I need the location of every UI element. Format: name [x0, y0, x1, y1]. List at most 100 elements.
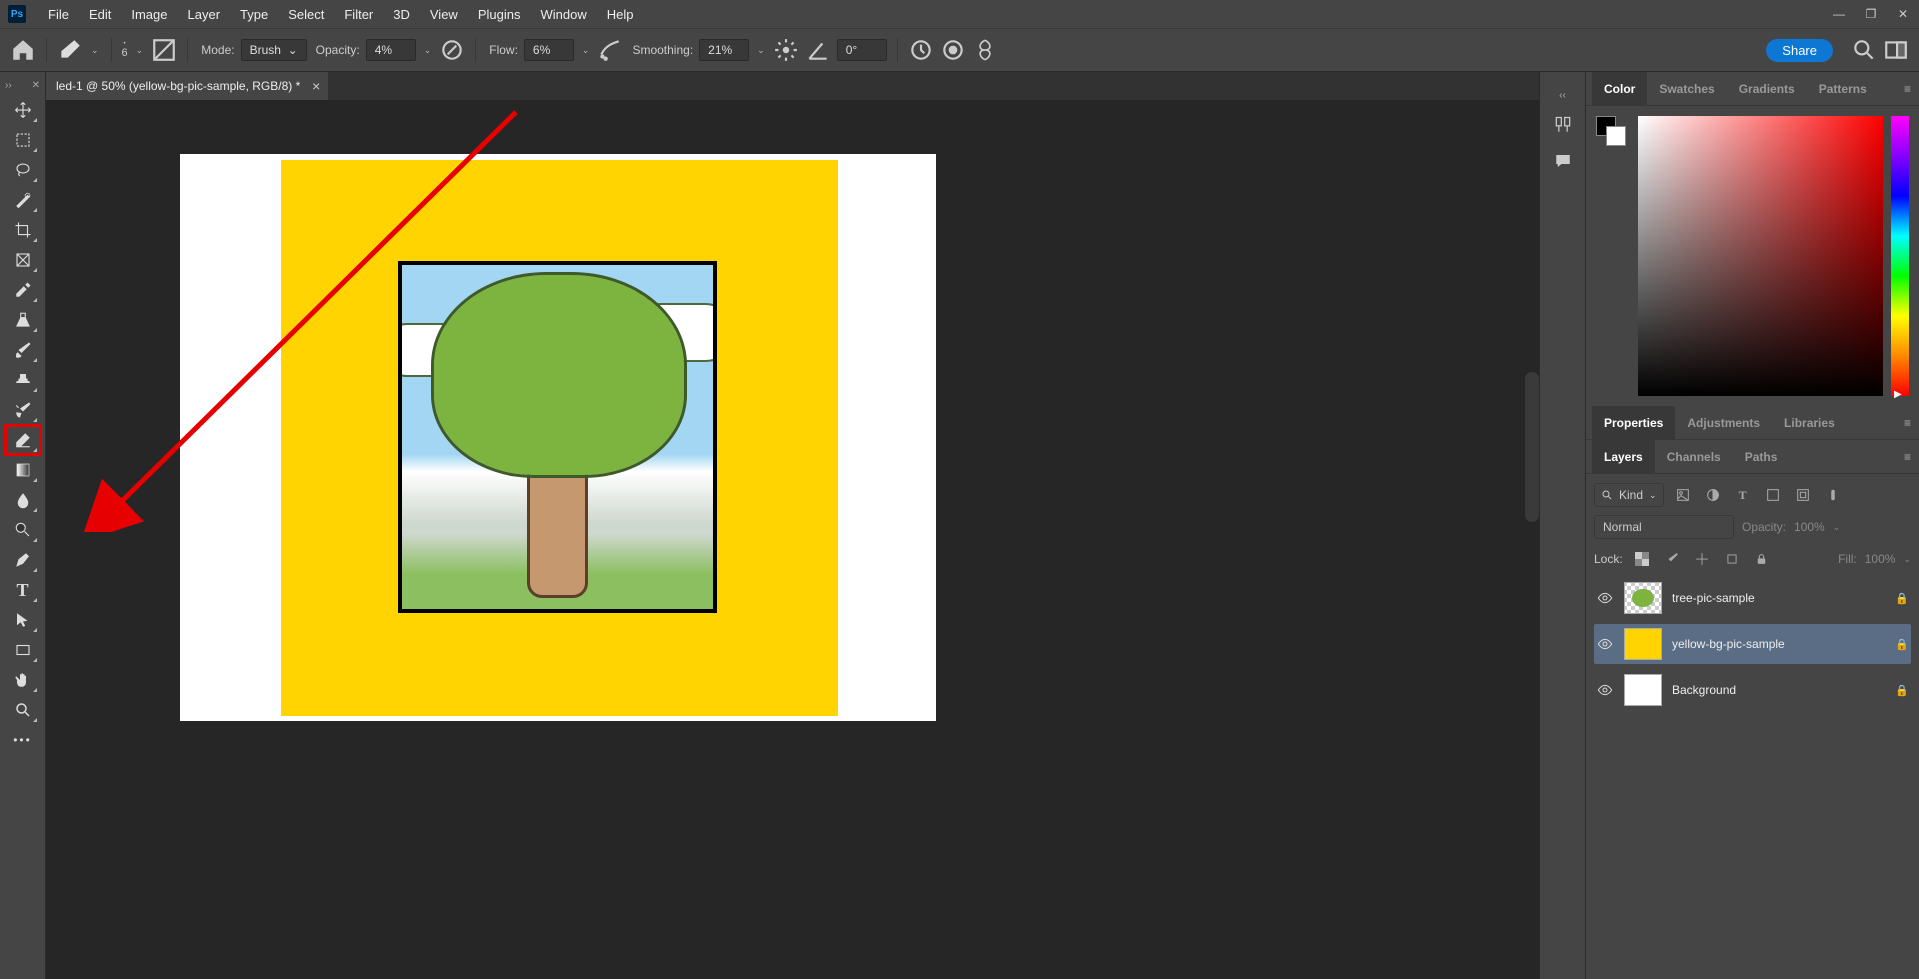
angle-field[interactable]: 0°	[837, 39, 887, 61]
color-spectrum[interactable]	[1638, 116, 1883, 396]
gradient-tool[interactable]	[6, 456, 40, 484]
menu-filter[interactable]: Filter	[334, 0, 383, 28]
lock-image-icon[interactable]	[1661, 548, 1683, 570]
brush-size-chevron-icon[interactable]: ⌄	[134, 45, 146, 56]
menu-image[interactable]: Image	[121, 0, 177, 28]
brushes-panel-icon[interactable]	[1553, 115, 1573, 138]
menu-help[interactable]: Help	[597, 0, 644, 28]
fg-bg-swatches[interactable]	[1596, 116, 1630, 396]
smoothing-field[interactable]: 21%	[699, 39, 749, 61]
move-tool[interactable]	[6, 96, 40, 124]
filter-smartobj-icon[interactable]	[1792, 484, 1814, 506]
filter-shape-icon[interactable]	[1762, 484, 1784, 506]
flow-field[interactable]: 6%	[524, 39, 574, 61]
layer-thumbnail[interactable]	[1624, 674, 1662, 706]
rectangle-tool[interactable]	[6, 636, 40, 664]
marquee-tool[interactable]	[6, 126, 40, 154]
layer-filter-kind[interactable]: Kind ⌄	[1594, 483, 1664, 507]
panel-menu-icon[interactable]: ≡	[1904, 416, 1911, 430]
layer-name[interactable]: Background	[1672, 683, 1885, 697]
filter-pixel-icon[interactable]	[1672, 484, 1694, 506]
properties-tab[interactable]: Properties	[1592, 406, 1675, 439]
smoothing-chevron-icon[interactable]: ⌄	[755, 45, 767, 56]
comments-panel-icon[interactable]	[1554, 152, 1572, 173]
menu-file[interactable]: File	[38, 0, 79, 28]
airbrush-icon[interactable]	[597, 37, 623, 63]
blur-tool[interactable]	[6, 486, 40, 514]
eyedropper-tool[interactable]	[6, 276, 40, 304]
layer-row[interactable]: Background 🔒	[1594, 670, 1911, 710]
adjustments-tab[interactable]: Adjustments	[1675, 406, 1772, 439]
visibility-toggle-icon[interactable]	[1596, 636, 1614, 652]
layers-tab[interactable]: Layers	[1592, 440, 1655, 473]
opacity-field[interactable]: 4%	[366, 39, 416, 61]
path-selection-tool[interactable]	[6, 606, 40, 634]
fill-value[interactable]: 100%	[1865, 552, 1896, 566]
panel-menu-icon[interactable]: ≡	[1904, 450, 1911, 464]
lock-icon[interactable]: 🔒	[1895, 638, 1909, 651]
menu-select[interactable]: Select	[278, 0, 334, 28]
pen-tool[interactable]	[6, 546, 40, 574]
libraries-tab[interactable]: Libraries	[1772, 406, 1847, 439]
color-tab[interactable]: Color	[1592, 72, 1647, 105]
filter-type-icon[interactable]: T	[1732, 484, 1754, 506]
filter-toggle-icon[interactable]	[1822, 484, 1844, 506]
lock-artboard-icon[interactable]	[1721, 548, 1743, 570]
layer-thumbnail[interactable]	[1624, 582, 1662, 614]
menu-3d[interactable]: 3D	[383, 0, 420, 28]
lock-icon[interactable]: 🔒	[1895, 684, 1909, 697]
close-tab-icon[interactable]: ×	[312, 78, 320, 94]
vertical-scrollbar[interactable]	[1525, 372, 1539, 522]
visibility-toggle-icon[interactable]	[1596, 682, 1614, 698]
paths-tab[interactable]: Paths	[1733, 440, 1790, 473]
pressure-size-icon[interactable]	[940, 37, 966, 63]
tool-preset-chevron-icon[interactable]: ⌄	[89, 45, 101, 56]
erase-to-history-icon[interactable]	[908, 37, 934, 63]
toolbar-header[interactable]: ››✕	[0, 76, 45, 94]
visibility-toggle-icon[interactable]	[1596, 590, 1614, 606]
background-color-swatch[interactable]	[1606, 126, 1626, 146]
patterns-tab[interactable]: Patterns	[1807, 72, 1879, 105]
frame-tool[interactable]	[6, 246, 40, 274]
clone-stamp-tool[interactable]	[6, 366, 40, 394]
opacity-chevron-icon[interactable]: ⌄	[1833, 522, 1841, 533]
history-brush-tool[interactable]	[6, 396, 40, 424]
search-icon[interactable]	[1851, 37, 1877, 63]
hand-tool[interactable]	[6, 666, 40, 694]
filter-adjustment-icon[interactable]	[1702, 484, 1724, 506]
maximize-button[interactable]: ❐	[1863, 6, 1879, 22]
healing-brush-tool[interactable]	[6, 306, 40, 334]
quick-selection-tool[interactable]	[6, 186, 40, 214]
zoom-tool[interactable]	[6, 696, 40, 724]
mode-select[interactable]: Brush ⌄	[241, 39, 307, 61]
layer-opacity-value[interactable]: 100%	[1794, 520, 1825, 534]
document-tab[interactable]: led-1 @ 50% (yellow-bg-pic-sample, RGB/8…	[46, 72, 328, 100]
eraser-tool[interactable]	[6, 426, 40, 454]
layer-row[interactable]: tree-pic-sample 🔒	[1594, 578, 1911, 618]
layer-name[interactable]: yellow-bg-pic-sample	[1672, 637, 1885, 651]
brush-tool[interactable]	[6, 336, 40, 364]
smoothing-options-icon[interactable]	[773, 37, 799, 63]
layer-row[interactable]: yellow-bg-pic-sample 🔒	[1594, 624, 1911, 664]
gradients-tab[interactable]: Gradients	[1727, 72, 1807, 105]
fill-chevron-icon[interactable]: ⌄	[1903, 554, 1911, 565]
eraser-preset-icon[interactable]	[57, 37, 83, 63]
layer-name[interactable]: tree-pic-sample	[1672, 591, 1885, 605]
layer-thumbnail[interactable]	[1624, 628, 1662, 660]
symmetry-icon[interactable]	[972, 37, 998, 63]
minimize-button[interactable]: —	[1831, 6, 1847, 22]
lasso-tool[interactable]	[6, 156, 40, 184]
type-tool[interactable]: T	[6, 576, 40, 604]
lock-all-icon[interactable]	[1751, 548, 1773, 570]
menu-view[interactable]: View	[420, 0, 468, 28]
menu-layer[interactable]: Layer	[178, 0, 231, 28]
dodge-tool[interactable]	[6, 516, 40, 544]
lock-transparent-icon[interactable]	[1631, 548, 1653, 570]
home-icon[interactable]	[10, 37, 36, 63]
flow-chevron-icon[interactable]: ⌄	[580, 45, 592, 56]
hue-slider[interactable]: ▶	[1891, 116, 1909, 396]
menu-edit[interactable]: Edit	[79, 0, 121, 28]
menu-window[interactable]: Window	[530, 0, 596, 28]
swatches-tab[interactable]: Swatches	[1647, 72, 1726, 105]
channels-tab[interactable]: Channels	[1655, 440, 1733, 473]
